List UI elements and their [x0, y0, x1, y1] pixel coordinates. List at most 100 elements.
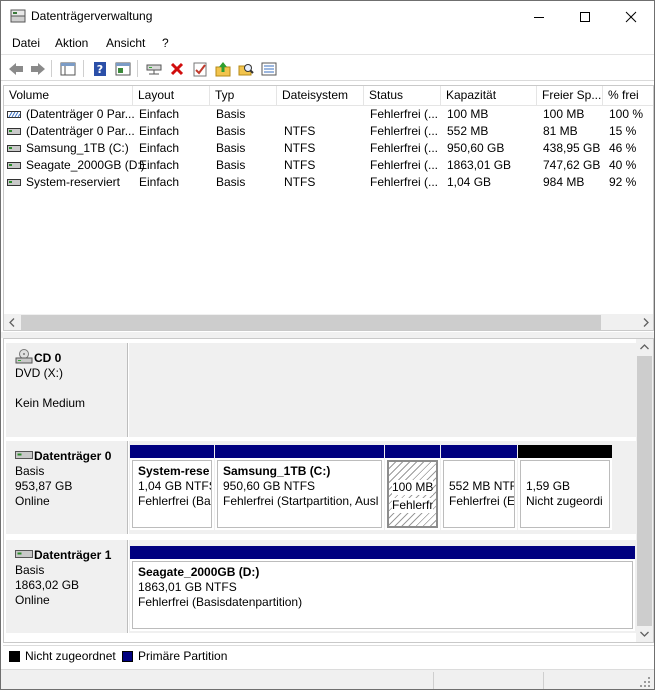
volume-row[interactable]: Samsung_1TB (C:) Einfach Basis NTFS Fehlerfr… [4, 140, 653, 157]
cell-kapazitaet: 100 MB [447, 107, 489, 121]
partition-unallocated[interactable]: 1,59 GB Nicht zugeordi [518, 445, 612, 530]
disk-detail-line: Online [15, 593, 50, 607]
forward-arrow-icon [30, 62, 45, 75]
legend: Nicht zugeordnet Primäre Partition [3, 645, 654, 667]
disk-label-cd0[interactable]: CD 0 DVD (X:) Kein Medium [6, 343, 128, 437]
column-header-freier-speicher[interactable]: Freier Sp... [537, 86, 603, 105]
cell-status: Fehlerfrei (... [370, 175, 439, 189]
cell-status: Fehlerfrei (... [370, 158, 439, 172]
cell-freier-speicher: 984 MB [543, 175, 585, 189]
volume-row[interactable]: System-reserviert Einfach Basis NTFS Fehlerf… [4, 174, 653, 191]
menu-help[interactable]: ? [162, 36, 169, 50]
help-button[interactable]: ? [90, 59, 109, 78]
horizontal-scrollbar[interactable] [4, 314, 653, 330]
disk-name: Datenträger 0 [34, 449, 112, 463]
minimize-button[interactable] [516, 1, 562, 32]
column-header-kapazitaet[interactable]: Kapazität [441, 86, 537, 105]
menu-ansicht[interactable]: Ansicht [106, 36, 145, 50]
partition-status: Fehlerfr [392, 498, 434, 513]
menu-aktion[interactable]: Aktion [55, 36, 88, 50]
legend-label-primary: Primäre Partition [138, 649, 228, 663]
disk-name: CD 0 [34, 351, 62, 365]
back-button[interactable] [6, 59, 25, 78]
forward-button[interactable] [28, 59, 47, 78]
cell-freier-speicher: 100 MB [543, 107, 585, 121]
disk-detail-line: DVD (X:) [15, 366, 63, 380]
cell-prozent-frei: 92 % [609, 175, 637, 189]
column-header-status[interactable]: Status [364, 86, 441, 105]
close-button[interactable] [608, 1, 654, 32]
hard-disk-icon [15, 550, 33, 558]
disk-management-window: Datenträgerverwaltung Datei Aktion Ansic… [0, 0, 655, 690]
connect-drive-button[interactable] [144, 59, 163, 78]
disk-graphical-view: CD 0 DVD (X:) Kein Medium Datenträger 0 … [3, 338, 654, 643]
scroll-up-icon[interactable] [640, 343, 649, 351]
partition-system-reserved[interactable]: System-rese 1,04 GB NTFS Fehlerfrei (Ba [130, 445, 214, 530]
cell-kapazitaet: 1863,01 GB [447, 158, 512, 172]
properties-button[interactable] [113, 59, 132, 78]
partition-title [449, 464, 514, 479]
partition-status: Fehlerfrei (Ba [138, 494, 211, 508]
maximize-button[interactable] [562, 1, 608, 32]
partition-primary-bar [130, 546, 635, 559]
scroll-right-icon[interactable] [642, 318, 650, 327]
window-title: Datenträgerverwaltung [31, 9, 153, 23]
partition-size: 950,60 GB NTFS [223, 479, 316, 493]
menu-datei[interactable]: Datei [12, 36, 40, 50]
partition-title: System-rese [138, 464, 210, 478]
search-button[interactable] [236, 59, 255, 78]
cell-prozent-frei: 15 % [609, 124, 637, 138]
partition-samsung-c[interactable]: Samsung_1TB (C:) 950,60 GB NTFS Fehlerfr… [215, 445, 384, 530]
partition-552mb[interactable]: 552 MB NTF Fehlerfrei (E [441, 445, 517, 530]
cell-volume: Seagate_2000GB (D:) [26, 158, 145, 172]
volume-row[interactable]: Seagate_2000GB (D:) Einfach Basis NTFS Fehle… [4, 157, 653, 174]
volume-icon [7, 179, 21, 186]
vertical-scrollbar[interactable] [636, 339, 653, 642]
column-header-typ[interactable]: Typ [210, 86, 277, 105]
status-divider [543, 672, 544, 689]
cell-typ: Basis [216, 124, 246, 138]
resize-grip-icon[interactable] [639, 676, 651, 688]
disk-name: Datenträger 1 [34, 548, 112, 562]
column-header-volume[interactable]: Volume [4, 86, 133, 105]
column-header-prozent-frei[interactable]: % frei [603, 86, 653, 105]
partition-seagate-d[interactable]: Seagate_2000GB (D:) 1863,01 GB NTFS Fehl… [130, 546, 635, 631]
column-header-dateisystem[interactable]: Dateisystem [277, 86, 364, 105]
disk-area-disk0: System-rese 1,04 GB NTFS Fehlerfrei (Ba … [129, 441, 636, 534]
legend-swatch-unallocated [9, 651, 20, 662]
cell-typ: Basis [216, 141, 246, 155]
cell-layout: Einfach [139, 175, 180, 189]
disk-detail-line: 1863,02 GB [15, 578, 80, 592]
disk-label-disk0[interactable]: Datenträger 0 Basis 953,87 GB Online [6, 441, 128, 534]
volume-row[interactable]: (Datenträger 0 Par... Einfach Basis NTFS Feh… [4, 123, 653, 140]
partition-size: 552 MB NTF [449, 479, 514, 493]
disk-label-disk1[interactable]: Datenträger 1 Basis 1863,02 GB Online [6, 540, 128, 633]
show-hide-console-tree-button[interactable] [58, 59, 77, 78]
import-button[interactable] [213, 59, 232, 78]
partition-title: Samsung_1TB (C:) [223, 464, 331, 478]
volume-row[interactable]: (Datenträger 0 Par... Einfach Basis Fehlerf… [4, 106, 653, 123]
cell-status: Fehlerfrei (... [370, 107, 439, 121]
cell-prozent-frei: 40 % [609, 158, 637, 172]
cell-volume: (Datenträger 0 Par... [26, 124, 135, 138]
disk-detail-line: 953,87 GB [15, 479, 73, 493]
horizontal-scroll-thumb[interactable] [21, 315, 601, 330]
partition-100mb-selected[interactable]: 100 MB Fehlerfr [385, 445, 440, 530]
checklist-icon [193, 62, 206, 76]
partition-size: 1,59 GB [526, 479, 571, 493]
volume-icon [7, 128, 21, 135]
check-button[interactable] [190, 59, 209, 78]
delete-button[interactable] [167, 59, 186, 78]
status-divider [433, 672, 434, 689]
title-bar: Datenträgerverwaltung [1, 1, 654, 32]
column-header-layout[interactable]: Layout [133, 86, 210, 105]
scroll-left-icon[interactable] [8, 318, 16, 327]
partition-details: System-rese 1,04 GB NTFS Fehlerfrei (Ba [132, 460, 212, 528]
scroll-down-icon[interactable] [640, 630, 649, 638]
volume-icon [7, 145, 21, 152]
partition-details: Samsung_1TB (C:) 950,60 GB NTFS Fehlerfr… [217, 460, 382, 528]
help-book-icon: ? [93, 61, 106, 76]
partition-primary-bar [130, 445, 214, 458]
vertical-scroll-thumb[interactable] [637, 356, 652, 626]
list-view-button[interactable] [259, 59, 278, 78]
